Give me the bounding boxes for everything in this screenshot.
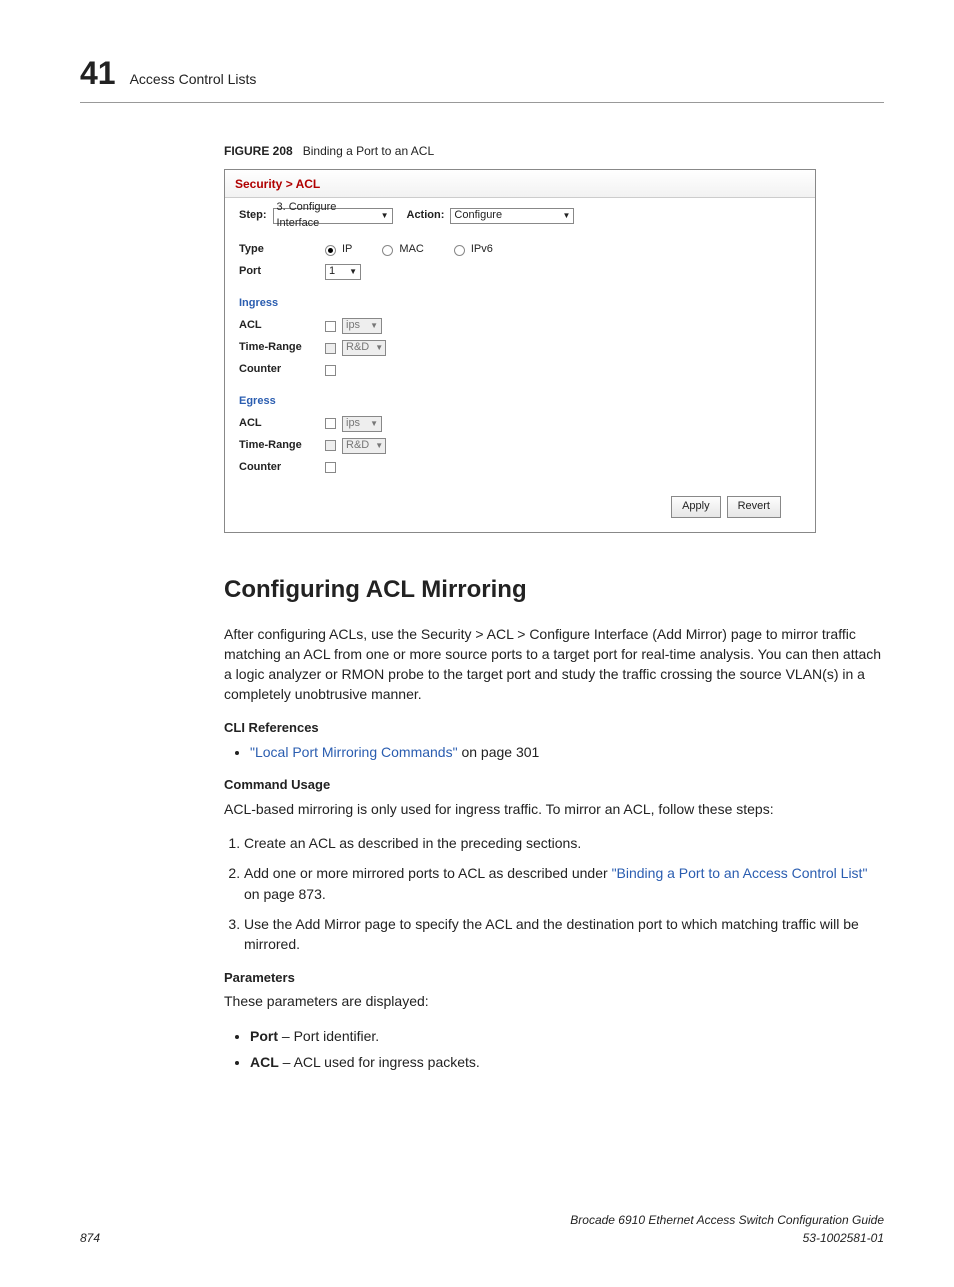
action-label: Action: [407,208,445,224]
egress-acl-label: ACL [239,416,325,432]
command-usage-intro: ACL-based mirroring is only used for ing… [224,799,884,819]
binding-link[interactable]: "Binding a Port to an Access Control Lis… [612,865,868,881]
param-port: Port – Port identifier. [250,1026,884,1046]
page-header: 41 Access Control Lists [80,50,884,103]
breadcrumb: Security > ACL [225,170,815,198]
ingress-counter-check[interactable] [325,365,336,376]
step-1: Create an ACL as described in the preced… [244,833,884,853]
ingress-acl-label: ACL [239,318,325,334]
port-label: Port [239,264,325,280]
egress-tr-label: Time-Range [239,438,325,454]
ingress-counter-label: Counter [239,362,325,378]
ingress-heading: Ingress [239,296,801,312]
chevron-down-icon: ▼ [349,268,357,276]
apply-button[interactable]: Apply [671,496,721,518]
figure-title: Binding a Port to an ACL [303,144,434,158]
steps-list: Create an ACL as described in the preced… [224,833,884,954]
egress-tr-check[interactable] [325,440,336,451]
chevron-down-icon: ▼ [370,420,378,428]
chevron-down-icon: ▼ [375,344,383,352]
parameters-heading: Parameters [224,969,884,988]
egress-counter-check[interactable] [325,462,336,473]
figure-number: FIGURE 208 [224,144,293,158]
revert-button[interactable]: Revert [727,496,781,518]
egress-acl-check[interactable] [325,418,336,429]
parameters-list: Port – Port identifier. ACL – ACL used f… [224,1026,884,1073]
command-usage-heading: Command Usage [224,776,884,795]
step-3: Use the Add Mirror page to specify the A… [244,914,884,955]
chevron-down-icon: ▼ [370,322,378,330]
cli-ref-link[interactable]: "Local Port Mirroring Commands" [250,744,458,760]
cli-ref-heading: CLI References [224,719,884,738]
ingress-tr-select[interactable]: R&D▼ [342,340,386,356]
radio-ip[interactable] [325,245,336,256]
page-footer: 874 Brocade 6910 Ethernet Access Switch … [80,1212,884,1247]
action-select[interactable]: Configure▼ [450,208,574,224]
egress-counter-label: Counter [239,460,325,476]
footer-doc-id: 53-1002581-01 [803,1231,884,1245]
chapter-number: 41 [80,50,116,96]
egress-tr-select[interactable]: R&D▼ [342,438,386,454]
chevron-down-icon: ▼ [562,212,570,220]
chapter-title: Access Control Lists [130,69,257,89]
port-select[interactable]: 1▼ [325,264,361,280]
step-2: Add one or more mirrored ports to ACL as… [244,863,884,904]
step-select[interactable]: 3. Configure Interface▼ [273,208,393,224]
ingress-tr-label: Time-Range [239,340,325,356]
egress-heading: Egress [239,394,801,410]
ingress-tr-check[interactable] [325,343,336,354]
radio-mac[interactable] [382,245,393,256]
section-intro: After configuring ACLs, use the Security… [224,624,884,705]
figure-caption: FIGURE 208 Binding a Port to an ACL [224,143,884,160]
footer-page: 874 [80,1230,100,1247]
cli-ref-item: "Local Port Mirroring Commands" on page … [250,742,884,762]
ingress-acl-check[interactable] [325,321,336,332]
param-acl: ACL – ACL used for ingress packets. [250,1052,884,1072]
chevron-down-icon: ▼ [375,442,383,450]
radio-ipv6[interactable] [454,245,465,256]
chevron-down-icon: ▼ [381,212,389,220]
figure-screenshot: Security > ACL Step: 3. Configure Interf… [224,169,816,533]
parameters-intro: These parameters are displayed: [224,991,884,1011]
type-label: Type [239,242,325,258]
section-heading: Configuring ACL Mirroring [224,573,884,608]
egress-acl-select[interactable]: ips▼ [342,416,382,432]
ingress-acl-select[interactable]: ips▼ [342,318,382,334]
step-label: Step: [239,208,267,224]
footer-doc-title: Brocade 6910 Ethernet Access Switch Conf… [570,1213,884,1227]
